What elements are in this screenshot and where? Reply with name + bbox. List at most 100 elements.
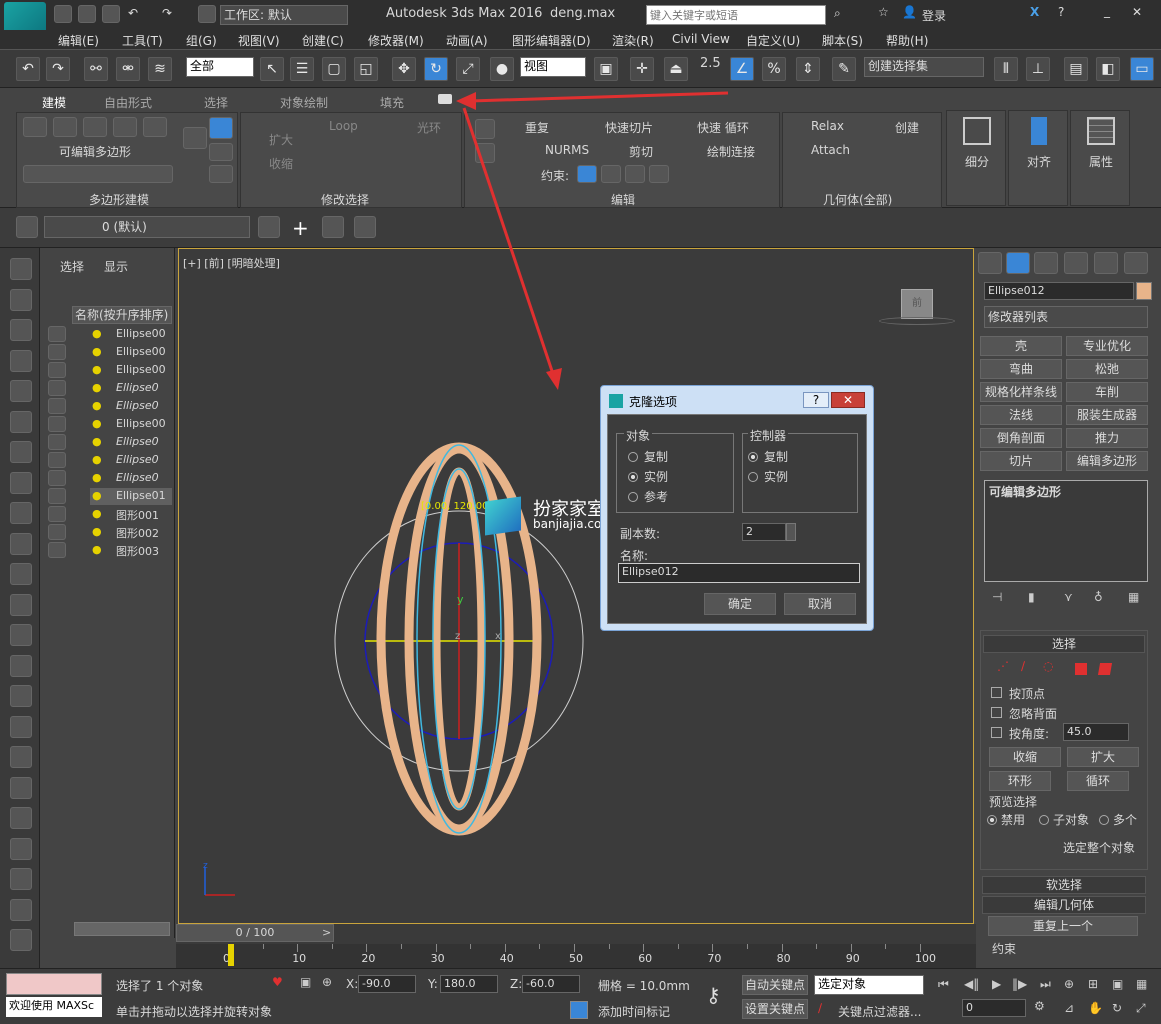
configure-sets-icon[interactable]: ▦: [1128, 590, 1139, 604]
layer-manager-icon[interactable]: ▤: [1064, 57, 1088, 81]
play-icon[interactable]: ▶: [992, 977, 1001, 991]
reference-radio[interactable]: [628, 492, 638, 502]
polygon-icon[interactable]: [113, 117, 137, 137]
menu-item[interactable]: 帮助(H): [886, 32, 928, 49]
scene-list-header[interactable]: 名称(按升序排序): [72, 306, 172, 324]
menu-item[interactable]: 组(G): [186, 32, 217, 49]
display-lights-icon[interactable]: [48, 380, 66, 396]
motion-tab-icon[interactable]: [1064, 252, 1088, 274]
gear-icon[interactable]: [10, 807, 32, 829]
ring-label[interactable]: 光环: [417, 119, 441, 136]
add-time-tag-icon[interactable]: [570, 1001, 588, 1019]
menu-item[interactable]: 动画(A): [446, 32, 488, 49]
select-object-icon[interactable]: ↖: [260, 57, 284, 81]
set-key-button[interactable]: 设置关键点: [742, 999, 808, 1019]
scene-row[interactable]: ● Ellipse0: [90, 434, 172, 451]
display-hidden-icon[interactable]: [48, 542, 66, 558]
shrink-button[interactable]: 收缩: [989, 747, 1061, 767]
sun-icon[interactable]: [10, 654, 32, 677]
utilities-tab-icon[interactable]: [1124, 252, 1148, 274]
instance-radio[interactable]: [628, 472, 638, 482]
attach-label[interactable]: Attach: [811, 143, 850, 157]
tab-object-paint[interactable]: 对象绘制: [280, 94, 328, 111]
plant-icon[interactable]: [10, 593, 32, 616]
visibility-bulb-icon[interactable]: ●: [92, 471, 102, 484]
select-by-name-icon[interactable]: ☰: [290, 57, 314, 81]
render-frame-icon[interactable]: [10, 349, 32, 372]
edit-tool-a-icon[interactable]: [475, 119, 495, 139]
modifier-button[interactable]: 切片: [980, 451, 1062, 471]
new-layer-icon[interactable]: [258, 216, 280, 238]
vertex-icon[interactable]: [23, 117, 47, 137]
scene-explorer-icon[interactable]: ◧: [1096, 57, 1120, 81]
bind-space-warp-icon[interactable]: ≋: [148, 57, 172, 81]
menu-item[interactable]: 工具(T): [122, 32, 163, 49]
undo-icon[interactable]: ↶: [128, 6, 138, 20]
poly-tool-icon[interactable]: [23, 165, 173, 183]
hierarchy-tab-icon[interactable]: [1034, 252, 1058, 274]
copy-radio[interactable]: [628, 452, 638, 462]
pin-stack-icon[interactable]: ⊣: [992, 590, 1002, 604]
particle-icon[interactable]: [10, 715, 32, 738]
sel-vertex-icon[interactable]: ⋰: [997, 659, 1009, 673]
star-icon[interactable]: ☆: [878, 5, 889, 19]
multi-radio[interactable]: [1099, 815, 1109, 825]
named-selection-select[interactable]: 创建选择集: [864, 57, 984, 77]
quick-slice-label[interactable]: 快速切片: [605, 119, 653, 136]
zoom-all-icon[interactable]: ⊞: [1088, 977, 1098, 991]
login-link[interactable]: 登录: [922, 7, 946, 24]
material-editor-icon[interactable]: [10, 319, 32, 341]
display-geometry-icon[interactable]: [48, 344, 66, 360]
ref-coord-select[interactable]: 视图: [520, 57, 586, 77]
disabled-radio[interactable]: [987, 815, 997, 825]
grow-button[interactable]: 扩大: [1067, 747, 1139, 767]
minimize-icon[interactable]: _: [1104, 4, 1110, 18]
visibility-bulb-icon[interactable]: ●: [92, 489, 102, 502]
scene-row[interactable]: ● Ellipse0: [90, 398, 172, 415]
window-crossing-icon[interactable]: ◱: [354, 57, 378, 81]
time-slider-next-icon[interactable]: >: [322, 926, 331, 939]
scene-scrollbar[interactable]: [74, 922, 170, 936]
user-icon[interactable]: 👤: [902, 5, 917, 19]
relax-label[interactable]: Relax: [811, 119, 844, 133]
modifier-button[interactable]: 壳: [980, 336, 1062, 356]
undo-button[interactable]: ↶: [16, 57, 40, 81]
link-icon[interactable]: ⚯: [84, 57, 108, 81]
display-tab-icon[interactable]: [1094, 252, 1118, 274]
workspace-select[interactable]: 工作区: 默认: [220, 5, 348, 25]
visibility-bulb-icon[interactable]: ●: [92, 363, 102, 376]
binoculars-icon[interactable]: ⌕: [834, 6, 841, 21]
modifier-button[interactable]: 服装生成器: [1066, 405, 1148, 425]
spacewarp-icon[interactable]: [10, 471, 32, 494]
rect-select-icon[interactable]: ▢: [322, 57, 346, 81]
isolate-icon[interactable]: ♥: [272, 975, 283, 989]
helper-icon[interactable]: [10, 441, 32, 463]
visibility-bulb-icon[interactable]: ●: [92, 399, 102, 412]
visibility-bulb-icon[interactable]: ●: [92, 435, 102, 448]
unlink-icon[interactable]: ⚮: [116, 57, 140, 81]
subdivide-button[interactable]: 细分: [946, 110, 1006, 206]
geometry-all-label[interactable]: 几何体(全部): [823, 191, 892, 208]
scene-row[interactable]: ● Ellipse00: [90, 416, 172, 433]
create-label[interactable]: 创建: [895, 119, 919, 136]
scene-row[interactable]: ● Ellipse0: [90, 452, 172, 469]
loop-button[interactable]: 循环: [1067, 771, 1129, 791]
visibility-bulb-icon[interactable]: ●: [92, 417, 102, 430]
save-icon[interactable]: [102, 5, 120, 23]
menu-item[interactable]: 创建(C): [302, 32, 344, 49]
go-end-icon[interactable]: ⏭: [1040, 977, 1051, 992]
modifier-button[interactable]: 车削: [1066, 382, 1148, 402]
visibility-bulb-icon[interactable]: ●: [92, 327, 102, 340]
modify-tab-icon[interactable]: [1006, 252, 1030, 274]
pan-icon[interactable]: ✋: [1088, 1001, 1103, 1015]
constraint-face-icon[interactable]: [625, 165, 645, 183]
constraint-none-icon[interactable]: [577, 165, 597, 183]
set-current-layer-icon[interactable]: [354, 216, 376, 238]
scene-row[interactable]: ● 图形003: [90, 542, 172, 559]
z-coord-field[interactable]: -60.0: [522, 975, 580, 993]
subobject-radio[interactable]: [1039, 815, 1049, 825]
scene-row[interactable]: ● Ellipse00: [90, 326, 172, 343]
display-shapes-icon[interactable]: [48, 362, 66, 378]
lock-selection-icon[interactable]: ▣: [300, 975, 311, 989]
visibility-bulb-icon[interactable]: ●: [92, 543, 102, 556]
